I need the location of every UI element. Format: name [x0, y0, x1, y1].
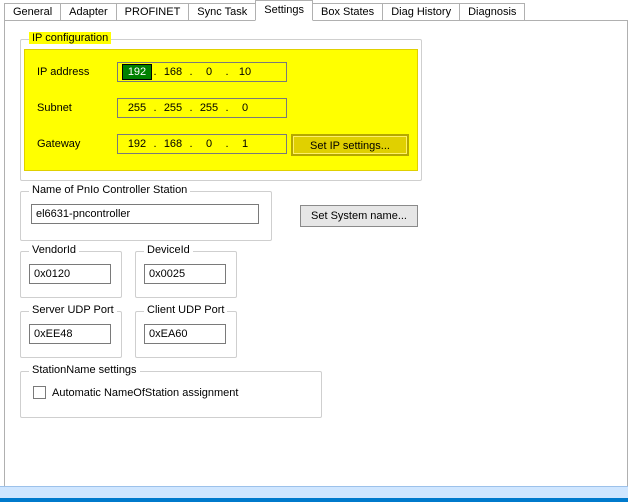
group-caption-stationname-settings: StationName settings [29, 364, 140, 376]
ip-octet-3[interactable]: 0 [194, 66, 224, 78]
group-deviceid: DeviceId 0x0025 [135, 251, 237, 298]
group-vendorid: VendorId 0x0120 [20, 251, 122, 298]
gw-octet-1[interactable]: 192 [122, 138, 152, 150]
tab-general[interactable]: General [4, 3, 61, 21]
input-client-udp-port[interactable]: 0xEA60 [144, 324, 226, 344]
status-bar [0, 486, 628, 502]
tab-pane-settings: IP configuration IP address 192 . 168 . … [4, 20, 628, 502]
group-caption-deviceid: DeviceId [144, 244, 193, 256]
tab-diagnosis[interactable]: Diagnosis [459, 3, 525, 21]
group-stationname-settings: StationName settings Automatic NameOfSta… [20, 371, 322, 418]
tab-boxstates[interactable]: Box States [312, 3, 383, 21]
ip-highlight-region: IP address 192 . 168 . 0 . 10 Subnet [25, 50, 417, 170]
checkbox-auto-nameofstation[interactable] [33, 386, 46, 399]
ip-octet-2[interactable]: 168 [158, 66, 188, 78]
input-deviceid[interactable]: 0x0025 [144, 264, 226, 284]
tabstrip: General Adapter PROFINET Sync Task Setti… [4, 0, 524, 20]
label-subnet: Subnet [25, 102, 117, 114]
set-ip-settings-button[interactable]: Set IP settings... [291, 134, 409, 156]
label-gateway: Gateway [25, 138, 117, 150]
tab-adapter[interactable]: Adapter [60, 3, 117, 21]
group-station-name: Name of PnIo Controller Station el6631-p… [20, 191, 272, 241]
ip-octet-4[interactable]: 10 [230, 66, 260, 78]
subnet-octet-1[interactable]: 255 [122, 102, 152, 114]
group-caption-vendorid: VendorId [29, 244, 79, 256]
subnet-octet-4[interactable]: 0 [230, 102, 260, 114]
label-auto-nameofstation: Automatic NameOfStation assignment [52, 387, 238, 399]
settings-window: General Adapter PROFINET Sync Task Setti… [0, 0, 628, 502]
gw-octet-2[interactable]: 168 [158, 138, 188, 150]
set-system-name-button[interactable]: Set System name... [300, 205, 418, 227]
tab-settings[interactable]: Settings [255, 0, 313, 21]
group-client-udp-port: Client UDP Port 0xEA60 [135, 311, 237, 358]
input-ip-address[interactable]: 192 . 168 . 0 . 10 [117, 62, 287, 82]
tab-diaghistory[interactable]: Diag History [382, 3, 460, 21]
group-caption-serverport: Server UDP Port [29, 304, 117, 316]
group-ip-configuration: IP configuration IP address 192 . 168 . … [20, 39, 422, 181]
gw-octet-3[interactable]: 0 [194, 138, 224, 150]
input-gateway[interactable]: 192 . 168 . 0 . 1 [117, 134, 287, 154]
group-server-udp-port: Server UDP Port 0xEE48 [20, 311, 122, 358]
ip-octet-1[interactable]: 192 [122, 64, 152, 80]
gw-octet-4[interactable]: 1 [230, 138, 260, 150]
input-station-name[interactable]: el6631-pncontroller [31, 204, 259, 224]
subnet-octet-2[interactable]: 255 [158, 102, 188, 114]
tab-profinet[interactable]: PROFINET [116, 3, 190, 21]
input-subnet[interactable]: 255 . 255 . 255 . 0 [117, 98, 287, 118]
group-caption-clientport: Client UDP Port [144, 304, 227, 316]
group-caption-station: Name of PnIo Controller Station [29, 184, 190, 196]
input-vendorid[interactable]: 0x0120 [29, 264, 111, 284]
group-caption-ipconfig: IP configuration [29, 32, 111, 44]
subnet-octet-3[interactable]: 255 [194, 102, 224, 114]
label-ip-address: IP address [25, 66, 117, 78]
tab-synctask[interactable]: Sync Task [188, 3, 256, 21]
input-server-udp-port[interactable]: 0xEE48 [29, 324, 111, 344]
